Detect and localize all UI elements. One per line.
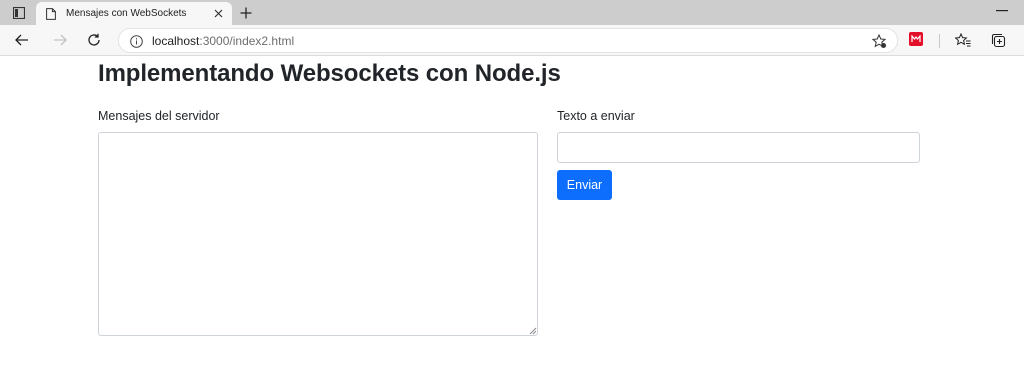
send-text-input[interactable]	[557, 132, 920, 163]
resize-grip-icon[interactable]	[528, 326, 537, 335]
messages-textarea[interactable]	[98, 132, 538, 336]
url-path: :3000/index2.html	[199, 34, 295, 48]
favorites-icon[interactable]	[952, 29, 974, 51]
tab-active[interactable]: Mensajes con WebSockets	[36, 2, 232, 25]
forward-arrow-icon[interactable]	[49, 29, 71, 51]
page-title: Implementando Websockets con Node.js	[98, 60, 561, 87]
collections-icon[interactable]	[987, 29, 1009, 51]
toolbar-divider	[939, 34, 940, 48]
extension-icon[interactable]	[909, 32, 923, 46]
tab-strip: Mensajes con WebSockets	[0, 0, 1024, 25]
url-text: localhost:3000/index2.html	[152, 34, 294, 48]
send-button[interactable]: Enviar	[557, 170, 612, 200]
close-icon[interactable]	[212, 7, 224, 19]
minimize-icon[interactable]	[994, 4, 1010, 18]
favorite-add-icon[interactable]	[871, 33, 887, 49]
send-text-label: Texto a enviar	[557, 109, 635, 123]
tab-title: Mensajes con WebSockets	[66, 8, 187, 19]
tab-actions-icon[interactable]	[6, 3, 32, 23]
browser-toolbar: localhost:3000/index2.html	[0, 25, 1024, 56]
messages-label: Mensajes del servidor	[98, 109, 220, 123]
page-icon	[45, 7, 57, 21]
back-arrow-icon[interactable]	[11, 29, 33, 51]
url-host: localhost	[152, 34, 200, 48]
plus-icon[interactable]	[236, 3, 256, 23]
address-bar[interactable]: localhost:3000/index2.html	[118, 28, 898, 53]
refresh-icon[interactable]	[83, 29, 105, 51]
info-icon[interactable]	[129, 34, 143, 48]
